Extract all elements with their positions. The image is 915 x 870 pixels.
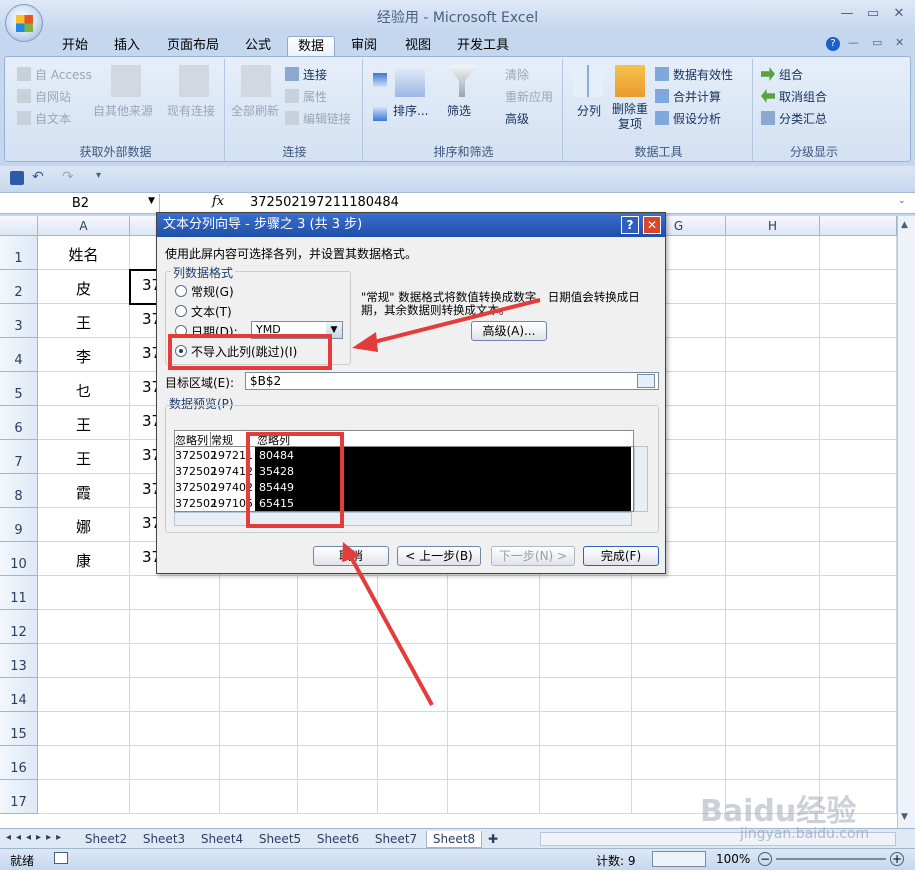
arrow-head-skip (352, 332, 378, 352)
office-logo-icon (16, 15, 33, 32)
watermark-logo: Baidu经验 (700, 794, 857, 829)
sheet-tab[interactable]: Sheet3 (136, 831, 192, 848)
status-bar: 就绪 计数: 9 100% − + (0, 848, 915, 870)
sheet-nav-icons[interactable]: ◂◂◂▸▸▸ (6, 832, 66, 843)
sheet-tab[interactable]: Sheet5 (252, 831, 308, 848)
watermark-url: jingyan.baidu.com (740, 826, 870, 842)
sheet-tab[interactable]: Sheet6 (310, 831, 366, 848)
insert-sheet-icon[interactable]: ✚ (484, 831, 508, 848)
zoom-slider[interactable] (776, 858, 886, 860)
arrow-to-preview (344, 547, 434, 706)
macro-record-icon[interactable] (54, 852, 68, 864)
annotation-arrows (342, 298, 541, 706)
zoom-level[interactable]: 100% (716, 852, 750, 866)
office-button[interactable] (5, 4, 43, 42)
status-count: 计数: 9 (596, 854, 636, 868)
sheet-tab[interactable]: Sheet8 (426, 831, 482, 848)
sheet-tab[interactable]: Sheet7 (368, 831, 424, 848)
zoom-out-icon[interactable]: − (758, 852, 772, 866)
sheet-tab[interactable]: Sheet4 (194, 831, 250, 848)
view-buttons[interactable] (652, 851, 706, 867)
status-ready: 就绪 (10, 854, 35, 868)
arrow-head-preview (342, 542, 360, 562)
zoom-in-icon[interactable]: + (890, 852, 904, 866)
sheet-tab[interactable]: Sheet2 (78, 831, 134, 848)
arrow-to-skip (357, 298, 541, 348)
